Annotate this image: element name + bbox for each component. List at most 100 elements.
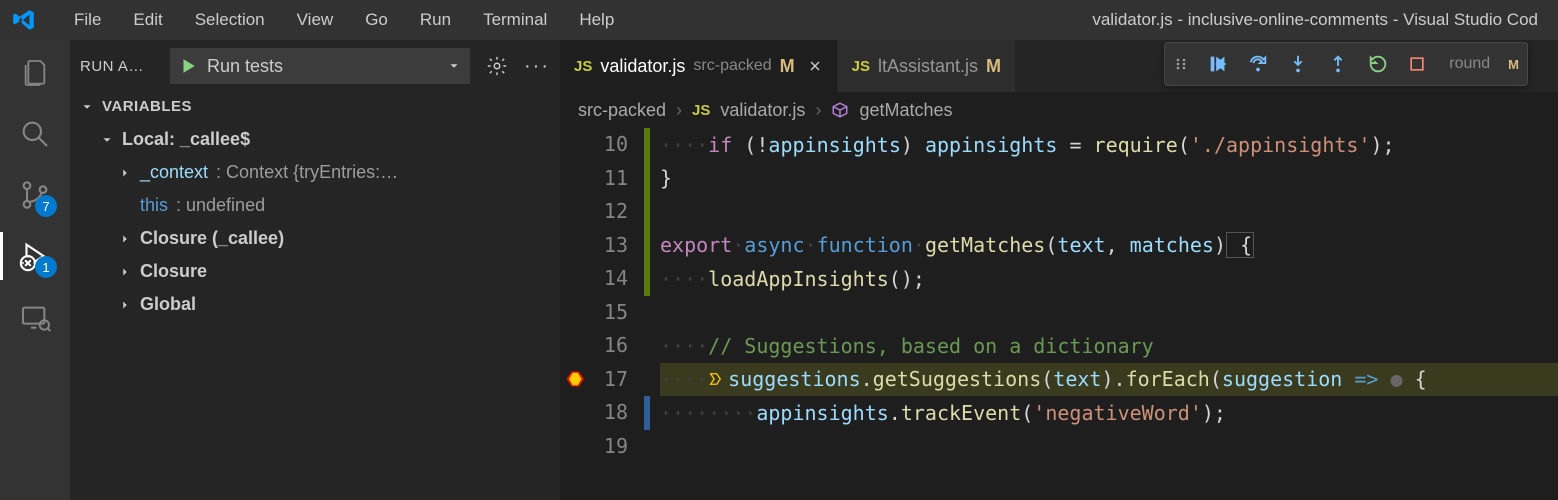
line-number: 19: [588, 430, 628, 464]
code-line[interactable]: ····if (!appinsights) appinsights = requ…: [660, 128, 1558, 162]
chevron-right-icon: ›: [815, 100, 821, 121]
close-icon[interactable]: [807, 58, 823, 74]
tab-filename: ltAssistant.js: [878, 56, 978, 77]
code-line[interactable]: [660, 195, 1558, 229]
menu-selection[interactable]: Selection: [179, 2, 281, 38]
code-line[interactable]: [660, 430, 1558, 464]
more-icon[interactable]: ···: [524, 55, 550, 78]
line-number: 17: [588, 363, 628, 397]
activity-explorer-icon[interactable]: [17, 55, 53, 91]
breadcrumb-folder[interactable]: src-packed: [578, 100, 666, 121]
step-into-button[interactable]: [1287, 53, 1309, 75]
debug-config-dropdown[interactable]: Run tests: [170, 48, 470, 84]
js-file-icon: JS: [852, 58, 870, 75]
restart-button[interactable]: [1367, 53, 1389, 75]
chevron-down-icon[interactable]: [447, 59, 461, 73]
menu-help[interactable]: Help: [563, 2, 630, 38]
breadcrumb-file[interactable]: validator.js: [720, 100, 805, 121]
var-this[interactable]: this : undefined: [70, 189, 560, 222]
section-variables-label: VARIABLES: [102, 98, 192, 115]
stop-button[interactable]: [1407, 54, 1427, 74]
var-this-value: : undefined: [176, 195, 265, 216]
breakpoint-gutter[interactable]: [560, 128, 588, 500]
scope-closure-callee[interactable]: Closure (_callee): [70, 222, 560, 255]
vscode-logo-icon: [10, 6, 38, 34]
var-context-name: _context: [140, 162, 208, 183]
code-line-current[interactable]: ····suggestions.getSuggestions(text).for…: [660, 363, 1558, 397]
activity-remote-icon[interactable]: [17, 299, 53, 335]
scope-global-label: Global: [140, 294, 196, 315]
scope-local[interactable]: Local: _callee$: [70, 123, 560, 156]
scope-global[interactable]: Global: [70, 288, 560, 321]
menu-terminal[interactable]: Terminal: [467, 2, 563, 38]
line-number: 15: [588, 296, 628, 330]
sidebar-header: RUN A… Run tests ···: [70, 40, 560, 92]
tab-modified-indicator: M: [1508, 57, 1519, 72]
debug-toolbar[interactable]: round M: [1164, 42, 1528, 86]
continue-button[interactable]: [1207, 53, 1229, 75]
tab-filename: validator.js: [600, 56, 685, 77]
tab-ltassistant[interactable]: JS ltAssistant.js M: [838, 40, 1016, 92]
menu-run[interactable]: Run: [404, 2, 467, 38]
drag-handle-icon[interactable]: [1173, 56, 1189, 72]
step-out-button[interactable]: [1327, 53, 1349, 75]
chevron-right-icon: [118, 166, 132, 180]
menu-file[interactable]: File: [58, 2, 117, 38]
section-variables[interactable]: VARIABLES: [70, 92, 560, 121]
chevron-right-icon: ›: [676, 100, 682, 121]
code-line[interactable]: ····loadAppInsights();: [660, 262, 1558, 296]
chevron-down-icon: [80, 100, 94, 114]
activity-debug-icon[interactable]: 1: [17, 238, 53, 274]
scope-closure[interactable]: Closure: [70, 255, 560, 288]
breakpoint-icon[interactable]: [560, 363, 588, 397]
step-over-button[interactable]: [1247, 53, 1269, 75]
code-line[interactable]: }: [660, 162, 1558, 196]
menu-view[interactable]: View: [281, 2, 350, 38]
var-context[interactable]: _context : Context {tryEntries:…: [70, 156, 560, 189]
scope-closure-callee-label: Closure (_callee): [140, 228, 284, 249]
chevron-down-icon: [100, 133, 114, 147]
line-numbers: 10 11 12 13 14 15 16 17 18 19: [588, 128, 644, 500]
menu-go[interactable]: Go: [349, 2, 404, 38]
debug-sidebar: RUN A… Run tests ··· VARIABLES L: [70, 40, 560, 500]
tab-modified-indicator: M: [986, 56, 1001, 77]
tab-dir: src-packed: [693, 57, 771, 75]
js-file-icon: JS: [692, 102, 710, 119]
code-editor[interactable]: 10 11 12 13 14 15 16 17 18 19: [560, 128, 1558, 500]
line-number: 18: [588, 396, 628, 430]
variables-tree: Local: _callee$ _context : Context {tryEn…: [70, 121, 560, 321]
code-line[interactable]: ········appinsights.trackEvent('negative…: [660, 396, 1558, 430]
sidebar-title: RUN A…: [80, 58, 160, 75]
code-line[interactable]: export·async·function·getMatches(text, m…: [660, 229, 1558, 263]
code-content[interactable]: ····if (!appinsights) appinsights = requ…: [654, 128, 1558, 500]
menu-bar: File Edit Selection View Go Run Terminal…: [58, 2, 630, 38]
gear-icon[interactable]: [486, 55, 508, 77]
editor-area: JS validator.js src-packed M JS ltAssist…: [560, 40, 1558, 500]
scope-local-label: Local: _callee$: [122, 129, 250, 150]
breadcrumb[interactable]: src-packed › JS validator.js › getMatche…: [560, 92, 1558, 128]
line-number: 10: [588, 128, 628, 162]
line-number: 13: [588, 229, 628, 263]
tab-partial-label: round: [1449, 55, 1490, 73]
line-number: 12: [588, 195, 628, 229]
activity-bar: 7 1: [0, 40, 70, 500]
var-context-value: : Context {tryEntries:…: [216, 162, 398, 183]
tab-validator[interactable]: JS validator.js src-packed M: [560, 40, 838, 92]
scm-badge: 7: [35, 195, 57, 217]
js-file-icon: JS: [574, 58, 592, 75]
code-line[interactable]: [660, 296, 1558, 330]
play-icon[interactable]: [179, 57, 197, 75]
config-name: Run tests: [207, 56, 437, 77]
window-title: validator.js - inclusive-online-comments…: [630, 10, 1548, 30]
line-number: 14: [588, 262, 628, 296]
breadcrumb-symbol[interactable]: getMatches: [859, 100, 952, 121]
scope-closure-label: Closure: [140, 261, 207, 282]
tab-modified-indicator: M: [780, 56, 795, 77]
activity-search-icon[interactable]: [17, 116, 53, 152]
var-this-name: this: [140, 195, 168, 216]
menu-edit[interactable]: Edit: [117, 2, 178, 38]
code-line[interactable]: ····// Suggestions, based on a dictionar…: [660, 329, 1558, 363]
activity-scm-icon[interactable]: 7: [17, 177, 53, 213]
chevron-right-icon: [118, 265, 132, 279]
chevron-right-icon: [118, 298, 132, 312]
